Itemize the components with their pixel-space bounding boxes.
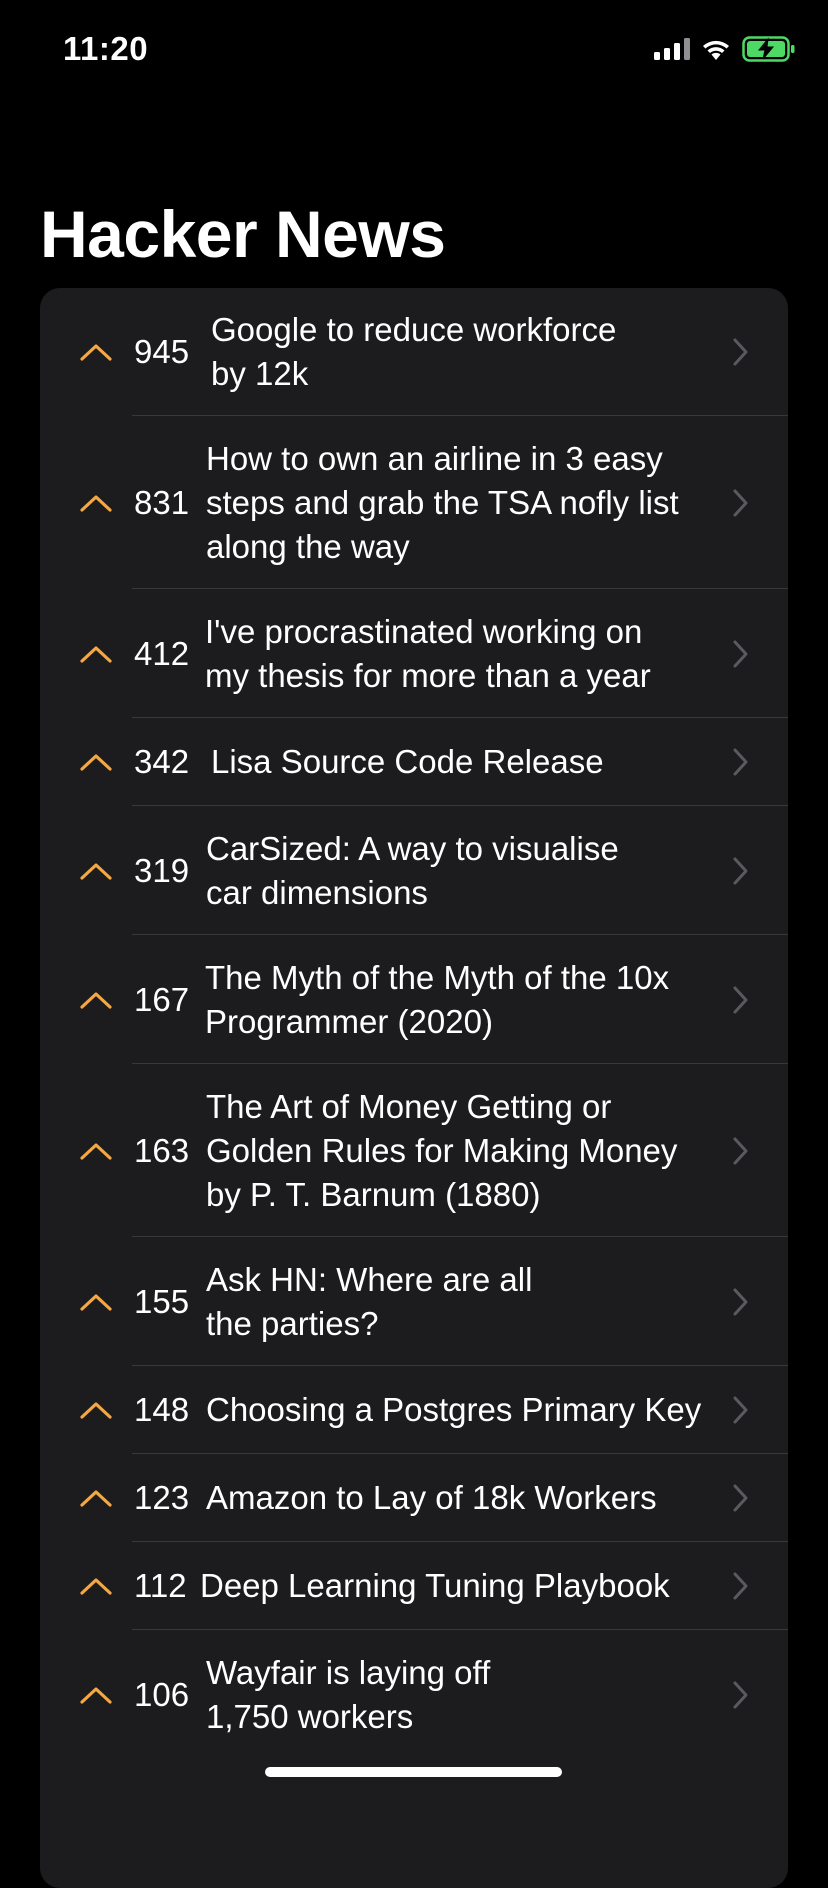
page-title: Hacker News	[40, 197, 446, 271]
story-row[interactable]: 163 The Art of Money Getting or Golden Ru…	[40, 1064, 788, 1237]
story-title[interactable]: How to own an airline in 3 easy steps an…	[206, 437, 679, 569]
upvote-chevron-icon[interactable]	[78, 643, 114, 665]
story-score: 155	[134, 1282, 190, 1320]
story-row[interactable]: 106 Wayfair is laying off 1,750 workers	[40, 1630, 788, 1759]
story-title[interactable]: Wayfair is laying off 1,750 workers	[206, 1651, 490, 1739]
story-row[interactable]: 112 Deep Learning Tuning Playbook	[40, 1542, 788, 1630]
story-score: 319	[134, 851, 190, 889]
home-indicator[interactable]	[265, 1767, 562, 1777]
story-row[interactable]: 148 Choosing a Postgres Primary Key	[40, 1366, 788, 1454]
story-title[interactable]: Ask HN: Where are all the parties?	[206, 1258, 532, 1346]
upvote-chevron-icon[interactable]	[78, 751, 114, 773]
status-icons	[654, 36, 796, 62]
story-list: 945 Google to reduce workforce by 12k 831 H…	[40, 288, 788, 1888]
story-score: 412	[134, 634, 190, 672]
upvote-chevron-icon[interactable]	[78, 989, 114, 1011]
disclosure-chevron-icon	[733, 1137, 748, 1164]
disclosure-chevron-icon	[733, 748, 748, 776]
upvote-chevron-icon[interactable]	[78, 1140, 114, 1162]
story-score: 167	[134, 980, 190, 1018]
story-title[interactable]: Deep Learning Tuning Playbook	[200, 1564, 670, 1608]
disclosure-chevron-icon	[733, 489, 748, 516]
story-row[interactable]: 155 Ask HN: Where are all the parties?	[40, 1237, 788, 1366]
story-title[interactable]: Amazon to Lay of 18k Workers	[206, 1476, 657, 1520]
story-score: 945	[134, 333, 190, 370]
disclosure-chevron-icon	[733, 1396, 748, 1424]
story-score: 148	[134, 1391, 190, 1428]
upvote-chevron-icon[interactable]	[78, 1684, 114, 1706]
story-title[interactable]: CarSized: A way to visualise car dimensi…	[206, 827, 619, 915]
battery-charging-icon	[742, 36, 795, 62]
disclosure-chevron-icon	[733, 1681, 748, 1708]
upvote-chevron-icon[interactable]	[78, 492, 114, 514]
story-title[interactable]: I've procrastinated working on my thesis…	[205, 610, 651, 698]
upvote-chevron-icon[interactable]	[78, 341, 114, 363]
disclosure-chevron-icon	[733, 640, 748, 667]
story-row[interactable]: 831 How to own an airline in 3 easy steps…	[40, 416, 788, 589]
disclosure-chevron-icon	[733, 1572, 748, 1600]
story-score: 342	[134, 743, 190, 780]
story-title[interactable]: Choosing a Postgres Primary Key	[206, 1388, 701, 1432]
story-title[interactable]: The Art of Money Getting or Golden Rules…	[206, 1085, 677, 1217]
story-row[interactable]: 123 Amazon to Lay of 18k Workers	[40, 1454, 788, 1542]
status-bar: 11:20	[0, 0, 828, 100]
disclosure-chevron-icon	[733, 857, 748, 884]
story-score: 112	[134, 1567, 187, 1604]
story-score: 123	[134, 1479, 190, 1516]
status-time: 11:20	[63, 30, 149, 67]
story-title[interactable]: Google to reduce workforce by 12k	[211, 308, 616, 396]
story-title[interactable]: The Myth of the Myth of the 10x Programm…	[205, 956, 669, 1044]
disclosure-chevron-icon	[733, 986, 748, 1013]
story-row[interactable]: 342 Lisa Source Code Release	[40, 718, 788, 806]
story-row[interactable]: 319 CarSized: A way to visualise car dime…	[40, 806, 788, 935]
disclosure-chevron-icon	[733, 1288, 748, 1315]
story-score: 831	[134, 483, 190, 521]
story-row[interactable]: 945 Google to reduce workforce by 12k	[40, 288, 788, 416]
disclosure-chevron-icon	[733, 338, 748, 366]
disclosure-chevron-icon	[733, 1484, 748, 1512]
upvote-chevron-icon[interactable]	[78, 1399, 114, 1421]
story-title[interactable]: Lisa Source Code Release	[211, 740, 604, 784]
wifi-icon	[703, 40, 729, 60]
upvote-chevron-icon[interactable]	[78, 1487, 114, 1509]
story-score: 106	[134, 1675, 190, 1713]
story-row[interactable]: 167 The Myth of the Myth of the 10x Progr…	[40, 935, 788, 1064]
cellular-signal-icon	[654, 38, 690, 60]
story-score: 163	[134, 1131, 190, 1169]
story-row[interactable]: 412 I've procrastinated working on my the…	[40, 589, 788, 718]
upvote-chevron-icon[interactable]	[78, 1575, 114, 1597]
upvote-chevron-icon[interactable]	[78, 860, 114, 882]
upvote-chevron-icon[interactable]	[78, 1291, 114, 1313]
